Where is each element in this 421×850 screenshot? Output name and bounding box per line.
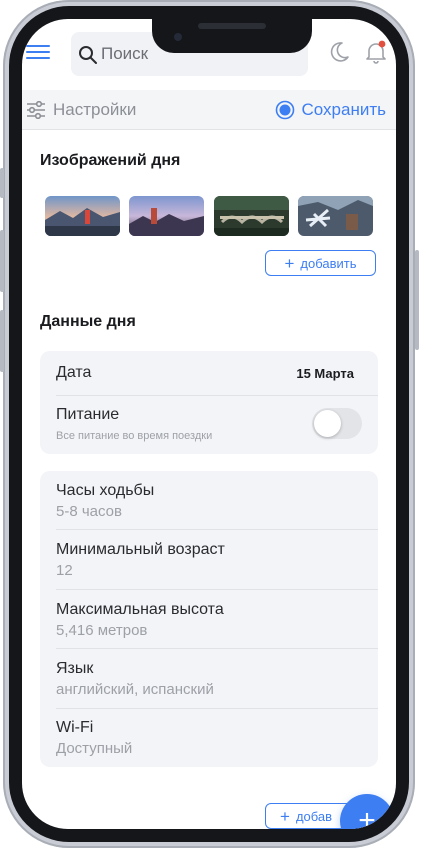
plus-icon: +: [358, 804, 376, 829]
detail-label: Язык: [56, 660, 94, 677]
detail-label: Максимальная высота: [56, 601, 224, 618]
day-image-thumbnail[interactable]: [129, 196, 204, 236]
search-icon: [79, 46, 97, 64]
divider: [56, 529, 378, 530]
plus-icon: +: [280, 806, 290, 826]
add-bottom-label: добав: [295, 808, 333, 824]
volume-up-button: [0, 230, 4, 292]
floating-add-button[interactable]: +: [340, 794, 394, 829]
thumbnail-image-bridge: [214, 196, 289, 236]
detail-row[interactable]: Минимальный возраст 12: [56, 541, 362, 579]
plus-icon: +: [284, 253, 295, 273]
notification-bell-icon[interactable]: [365, 40, 387, 64]
save-button[interactable]: Сохранить: [275, 98, 386, 122]
mute-switch: [0, 168, 4, 198]
divider: [56, 589, 378, 590]
detail-value: английский, испанский: [56, 681, 214, 698]
day-image-thumbnail[interactable]: [45, 196, 120, 236]
hamburger-menu-icon[interactable]: [26, 43, 52, 61]
detail-value: 5-8 часов: [56, 503, 122, 520]
detail-label: Минимальный возраст: [56, 541, 225, 558]
add-image-label: добавить: [300, 255, 357, 271]
detail-label: Wi-Fi: [56, 719, 94, 736]
detail-row[interactable]: Wi-Fi Доступный: [56, 719, 362, 757]
add-image-button[interactable]: + добавить: [265, 250, 376, 276]
volume-down-button: [0, 310, 4, 372]
date-label: Дата: [56, 364, 92, 381]
detail-row[interactable]: Язык английский, испанский: [56, 660, 362, 698]
settings-button[interactable]: Настройки: [26, 98, 136, 122]
divider: [56, 708, 378, 709]
date-row[interactable]: Дата 15 Марта: [56, 364, 362, 382]
detail-value: 12: [56, 562, 73, 579]
trip-details-card: Часы ходьбы 5-8 часов Минимальный возрас…: [40, 471, 378, 767]
divider: [56, 395, 378, 396]
detail-row[interactable]: Максимальная высота 5,416 метров: [56, 601, 362, 639]
power-button: [415, 250, 419, 350]
date-value: 15 Марта: [296, 365, 354, 381]
thumbnail-image-lake: [45, 196, 120, 236]
day-image-thumbnail[interactable]: [298, 196, 373, 236]
detail-label: Часы ходьбы: [56, 482, 155, 499]
radio-selected-icon: [275, 100, 294, 120]
divider: [56, 648, 378, 649]
front-camera: [174, 33, 182, 41]
settings-label: Настройки: [53, 100, 137, 119]
toggle-knob: [314, 410, 341, 437]
save-label: Сохранить: [301, 100, 386, 119]
sliders-icon: [27, 101, 45, 119]
detail-value: Доступный: [56, 740, 133, 757]
day-data-section-title: Данные дня: [40, 313, 136, 330]
detail-row[interactable]: Часы ходьбы 5-8 часов: [56, 482, 362, 520]
notification-badge: [378, 40, 386, 48]
food-toggle[interactable]: [312, 408, 362, 439]
dark-mode-moon-icon[interactable]: [328, 41, 350, 63]
thumbnail-image-mountains: [129, 196, 204, 236]
day-image-thumbnail[interactable]: [214, 196, 289, 236]
day-settings-card: Дата 15 Марта Питание Все питание во вре…: [40, 351, 378, 454]
app-screen: Настройки Сохранить Изображений дня: [22, 19, 396, 829]
detail-value: 5,416 метров: [56, 622, 148, 639]
thumbnail-image-snow: [298, 196, 373, 236]
images-section-title: Изображений дня: [40, 152, 181, 169]
speaker-grille: [198, 23, 266, 29]
toolbar: Настройки Сохранить: [22, 90, 396, 130]
